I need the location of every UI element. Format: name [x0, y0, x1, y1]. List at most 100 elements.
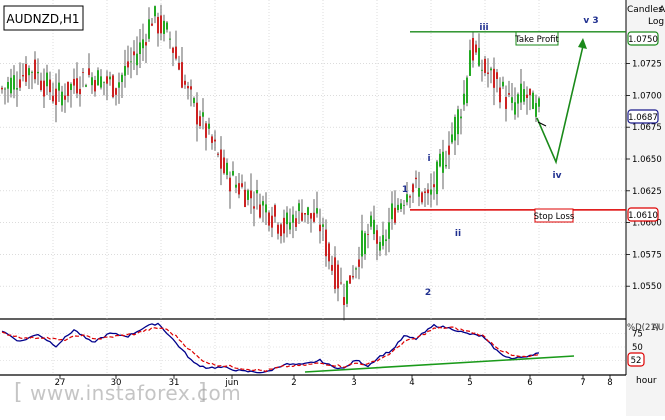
candle-body: [427, 189, 429, 194]
candle-body: [247, 190, 249, 200]
candle-body: [115, 88, 117, 95]
candle-body: [394, 207, 396, 223]
candle-body: [16, 88, 18, 90]
candle-body: [514, 102, 516, 115]
wave-label-iv: iv: [553, 171, 562, 181]
candle-body: [475, 44, 477, 53]
candle-body: [469, 50, 471, 76]
candle-body: [451, 134, 453, 143]
candle-body: [289, 222, 291, 230]
candle-body: [472, 38, 474, 61]
osc-tick-label: 50: [632, 343, 643, 353]
candle-body: [43, 80, 45, 97]
candle-body: [190, 86, 192, 90]
candle-body: [430, 189, 432, 195]
candle-body: [70, 83, 72, 90]
candle-body: [22, 75, 24, 77]
time-tick-label: 8: [607, 378, 612, 388]
candle-body: [529, 88, 531, 96]
wave-label-i: i: [427, 154, 430, 164]
candle-body: [313, 212, 315, 222]
candle-body: [223, 157, 225, 174]
candle-body: [142, 39, 144, 49]
candle-body: [424, 191, 426, 193]
candle-body: [379, 241, 381, 251]
wave-label-ii: ii: [455, 229, 461, 239]
background: [0, 0, 665, 416]
take-profit-price: 1.0750: [628, 35, 658, 45]
candle-body: [274, 205, 276, 217]
candle-body: [241, 183, 243, 187]
candle-body: [490, 68, 492, 71]
candle-body: [466, 77, 468, 104]
wave-label-1: 1: [402, 185, 408, 195]
oscillator-value: 52: [631, 356, 642, 366]
candle-body: [478, 47, 480, 66]
candle-body: [28, 68, 30, 76]
time-tick-label: 5: [467, 378, 472, 388]
candle-body: [460, 116, 462, 119]
candle-body: [319, 224, 321, 232]
candle-body: [385, 239, 387, 242]
candle-body: [211, 136, 213, 143]
candle-body: [124, 65, 126, 76]
candle-body: [325, 229, 327, 257]
candle-body: [415, 177, 417, 180]
candle-body: [391, 203, 393, 220]
candle-body: [19, 79, 21, 88]
candle-body: [328, 243, 330, 262]
candle-body: [481, 69, 483, 71]
candle-body: [229, 177, 231, 192]
candle-body: [139, 42, 141, 55]
candle-body: [232, 171, 234, 176]
oscillator-label-suffix: AU: [652, 323, 664, 333]
candle-body: [388, 222, 390, 239]
candle-body: [250, 190, 252, 199]
candle-body: [85, 85, 87, 87]
candle-body: [535, 103, 537, 117]
candle-body: [334, 257, 336, 289]
candle-body: [505, 96, 507, 109]
candle-body: [463, 93, 465, 105]
candle-body: [418, 188, 420, 197]
candle-body: [517, 94, 519, 104]
candle-body: [238, 183, 240, 195]
candle-body: [31, 71, 33, 73]
candle-body: [352, 275, 354, 278]
candle-body: [199, 116, 201, 126]
time-tick-label: 7: [580, 378, 585, 388]
candle-body: [220, 149, 222, 169]
candle-body: [397, 204, 399, 211]
candle-body: [508, 93, 510, 95]
candle-body: [163, 20, 165, 34]
candle-body: [523, 89, 525, 102]
wave-label-2: 2: [425, 288, 431, 298]
candle-body: [103, 81, 105, 83]
candles-label: Candles: [627, 5, 663, 15]
wave-label-v3: v 3: [583, 16, 598, 26]
stop-loss-label: Stop Loss: [534, 212, 575, 222]
candle-body: [109, 76, 111, 80]
candle-body: [337, 264, 339, 289]
candle-body: [382, 235, 384, 246]
candle-body: [364, 233, 366, 255]
candle-body: [136, 53, 138, 66]
candle-body: [253, 206, 255, 209]
candle-body: [286, 212, 288, 225]
candle-body: [166, 22, 168, 30]
candle-body: [406, 194, 408, 203]
candle-body: [409, 196, 411, 198]
candle-body: [217, 153, 219, 155]
candle-body: [160, 15, 162, 34]
candle-body: [277, 224, 279, 234]
candle-body: [349, 275, 351, 284]
candle-body: [106, 76, 108, 84]
candle-body: [4, 88, 6, 90]
chart-svg: 1.07251.07001.06751.06501.06251.06001.05…: [0, 0, 665, 416]
candle-body: [346, 280, 348, 304]
watermark-bracket-left: [: [14, 380, 23, 405]
candle-body: [301, 212, 303, 221]
candle-body: [454, 116, 456, 141]
candle-body: [34, 59, 36, 80]
price-tick-label: 1.0700: [632, 91, 662, 101]
